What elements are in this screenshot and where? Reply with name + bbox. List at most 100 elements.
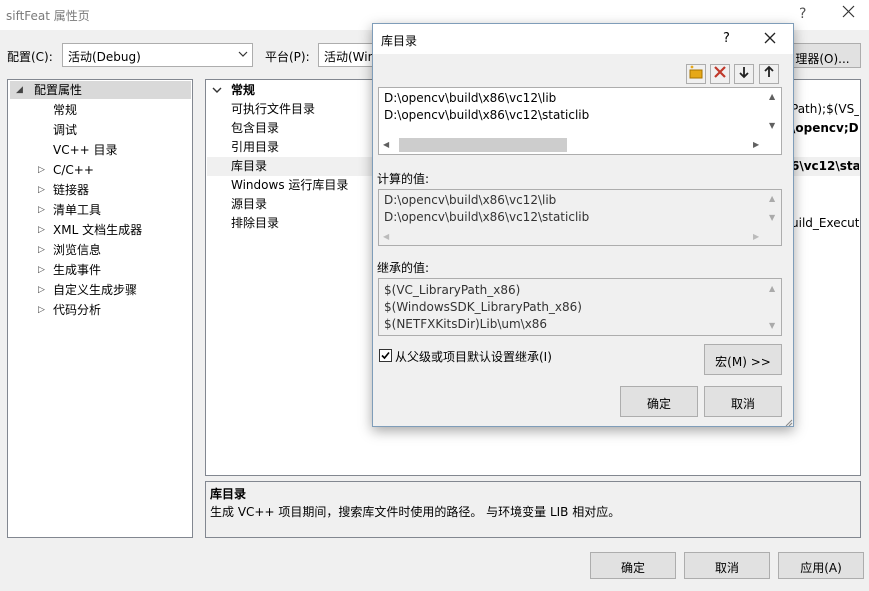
config-manager-button[interactable]: 理器(O)... bbox=[784, 43, 861, 68]
library-directories-dialog: 库目录 ? D:\opencv\build\x86\vc12\lib D:\op… bbox=[372, 23, 794, 427]
new-line-button[interactable] bbox=[686, 64, 706, 84]
list-item: $(VC_LibraryPath_x86) bbox=[384, 283, 521, 297]
move-down-button[interactable] bbox=[734, 64, 754, 84]
list-item: D:\opencv\build\x86\vc12\staticlib bbox=[384, 210, 590, 224]
tree-item[interactable]: ▷ 清单工具 bbox=[10, 201, 191, 219]
tree-item-label: 链接器 bbox=[53, 183, 90, 197]
close-icon bbox=[764, 32, 776, 44]
computed-listbox: D:\opencv\build\x86\vc12\lib D:\opencv\b… bbox=[378, 189, 782, 246]
property-name: 源目录 bbox=[231, 197, 268, 211]
collapsed-triangle-icon[interactable]: ▷ bbox=[38, 261, 45, 279]
property-value: \opencv;D:\ bbox=[791, 121, 859, 135]
tree-item-label: 清单工具 bbox=[53, 203, 102, 217]
property-value: Path);$(VS_E bbox=[791, 102, 859, 116]
list-item: $(NETFXKitsDir)Lib\um\x86 bbox=[384, 317, 548, 331]
scroll-down-icon[interactable]: ▼ bbox=[769, 121, 775, 130]
tree-item[interactable]: ▷ 代码分析 bbox=[10, 301, 191, 319]
description-panel: 库目录 生成 VC++ 项目期间，搜索库文件时使用的路径。 与环境变量 LIB … bbox=[205, 481, 861, 538]
config-select[interactable]: 活动(Debug) bbox=[62, 43, 253, 67]
dialog-title: 库目录 bbox=[381, 34, 418, 48]
new-folder-icon bbox=[689, 65, 703, 79]
tree-item-label: 自定义生成步骤 bbox=[53, 283, 138, 297]
collapsed-triangle-icon[interactable]: ▷ bbox=[38, 241, 45, 259]
scroll-right-icon[interactable]: ▶ bbox=[753, 140, 759, 149]
edit-listbox[interactable]: D:\opencv\build\x86\vc12\lib D:\opencv\b… bbox=[378, 87, 782, 155]
platform-select[interactable]: 活动(Win bbox=[318, 43, 378, 67]
property-value: uild_Executa bbox=[791, 216, 859, 230]
delete-line-button[interactable] bbox=[710, 64, 730, 84]
macros-button[interactable]: 宏(M) >> bbox=[704, 344, 782, 375]
tree-item[interactable]: ▷ 生成事件 bbox=[10, 261, 191, 279]
collapsed-triangle-icon[interactable]: ▷ bbox=[38, 301, 45, 319]
chevron-down-icon bbox=[237, 47, 249, 64]
list-item[interactable]: D:\opencv\build\x86\vc12\staticlib bbox=[384, 108, 589, 122]
inherited-listbox: $(VC_LibraryPath_x86) $(WindowsSDK_Libra… bbox=[378, 278, 782, 336]
list-item: D:\opencv\build\x86\vc12\lib bbox=[384, 193, 557, 207]
delete-icon bbox=[714, 66, 726, 78]
inherit-checkbox-label[interactable]: 从父级或项目默认设置继承(I) bbox=[395, 348, 552, 365]
collapsed-triangle-icon[interactable]: ▷ bbox=[38, 201, 45, 219]
collapsed-triangle-icon[interactable]: ▷ bbox=[38, 181, 45, 199]
dialog-close-button[interactable] bbox=[764, 32, 776, 47]
tree-item-label: 浏览信息 bbox=[53, 243, 102, 257]
tree-item-label: C/C++ bbox=[53, 163, 94, 177]
property-name: 包含目录 bbox=[231, 121, 280, 135]
dialog-title-bar: 库目录 ? bbox=[373, 24, 793, 54]
arrow-down-icon bbox=[739, 67, 749, 79]
tree-item[interactable]: ▷ C/C++ bbox=[10, 161, 191, 179]
computed-label: 计算的值: bbox=[377, 172, 430, 186]
collapsed-triangle-icon[interactable]: ▷ bbox=[38, 281, 45, 299]
property-name: 引用目录 bbox=[231, 140, 280, 154]
dialog-cancel-button[interactable]: 取消 bbox=[704, 386, 782, 417]
tree-item[interactable]: 常规 bbox=[10, 101, 191, 119]
tree-item[interactable]: ▷ 浏览信息 bbox=[10, 241, 191, 259]
cancel-button[interactable]: 取消 bbox=[684, 552, 770, 579]
list-item[interactable]: D:\opencv\build\x86\vc12\lib bbox=[384, 91, 556, 105]
scroll-down-icon: ▼ bbox=[769, 321, 776, 330]
grid-category-label: 常规 bbox=[231, 83, 256, 97]
scroll-up-icon: ▲ bbox=[769, 194, 776, 203]
description-text: 生成 VC++ 项目期间，搜索库文件时使用的路径。 与环境变量 LIB 相对应。 bbox=[210, 505, 621, 519]
tree-item-root[interactable]: ◢ 配置属性 bbox=[10, 81, 191, 99]
move-up-button[interactable] bbox=[759, 64, 779, 84]
horizontal-scrollbar-thumb[interactable] bbox=[399, 138, 567, 152]
resize-grip-icon[interactable] bbox=[783, 416, 793, 430]
dialog-help-button[interactable]: ? bbox=[723, 31, 730, 46]
window-title: siftFeat 属性页 bbox=[6, 9, 90, 23]
config-tree[interactable]: ◢ 配置属性 常规调试 VC++ 目录 ▷ C/C++ ▷ 链接器 ▷ 清单工具 ▷ XML 文档… bbox=[7, 79, 193, 538]
property-name: 库目录 bbox=[231, 159, 268, 173]
help-button[interactable]: ? bbox=[799, 6, 806, 22]
expanded-triangle-icon: ◢ bbox=[16, 85, 23, 95]
checkmark-icon bbox=[381, 351, 390, 360]
scroll-up-icon: ▲ bbox=[769, 284, 776, 293]
collapsed-triangle-icon[interactable]: ▷ bbox=[38, 221, 45, 239]
close-button[interactable] bbox=[842, 5, 855, 22]
collapsed-triangle-icon[interactable]: ▷ bbox=[38, 161, 45, 179]
property-value: 6\vc12\stat bbox=[791, 159, 859, 173]
scroll-down-icon: ▼ bbox=[769, 213, 776, 222]
apply-button[interactable]: 应用(A) bbox=[778, 552, 864, 579]
tree-item-label: 常规 bbox=[53, 103, 78, 117]
tree-item-label: XML 文档生成器 bbox=[53, 223, 143, 237]
tree-item[interactable]: ▷ XML 文档生成器 bbox=[10, 221, 191, 239]
property-name: 排除目录 bbox=[231, 216, 280, 230]
platform-label: 平台(P): bbox=[265, 50, 310, 64]
tree-item[interactable]: ▷ 链接器 bbox=[10, 181, 191, 199]
tree-item-label: VC++ 目录 bbox=[53, 143, 118, 157]
close-icon bbox=[842, 5, 855, 18]
tree-item[interactable]: ▷ 自定义生成步骤 bbox=[10, 281, 191, 299]
config-value: 活动(Debug) bbox=[68, 50, 141, 64]
tree-item[interactable]: 调试 bbox=[10, 121, 191, 139]
scroll-left-icon: ◀ bbox=[383, 232, 390, 241]
tree-item-label: 调试 bbox=[53, 123, 78, 137]
dialog-ok-button[interactable]: 确定 bbox=[620, 386, 698, 417]
ok-button[interactable]: 确定 bbox=[590, 552, 676, 579]
inherited-label: 继承的值: bbox=[377, 261, 430, 275]
tree-item-label: 代码分析 bbox=[53, 303, 102, 317]
scroll-left-icon[interactable]: ◀ bbox=[383, 140, 389, 149]
scroll-up-icon[interactable]: ▲ bbox=[769, 92, 775, 101]
list-item: $(WindowsSDK_LibraryPath_x86) bbox=[384, 300, 582, 314]
inherit-checkbox[interactable] bbox=[379, 349, 392, 362]
tree-item[interactable]: VC++ 目录 bbox=[10, 141, 191, 159]
description-title: 库目录 bbox=[210, 487, 247, 501]
